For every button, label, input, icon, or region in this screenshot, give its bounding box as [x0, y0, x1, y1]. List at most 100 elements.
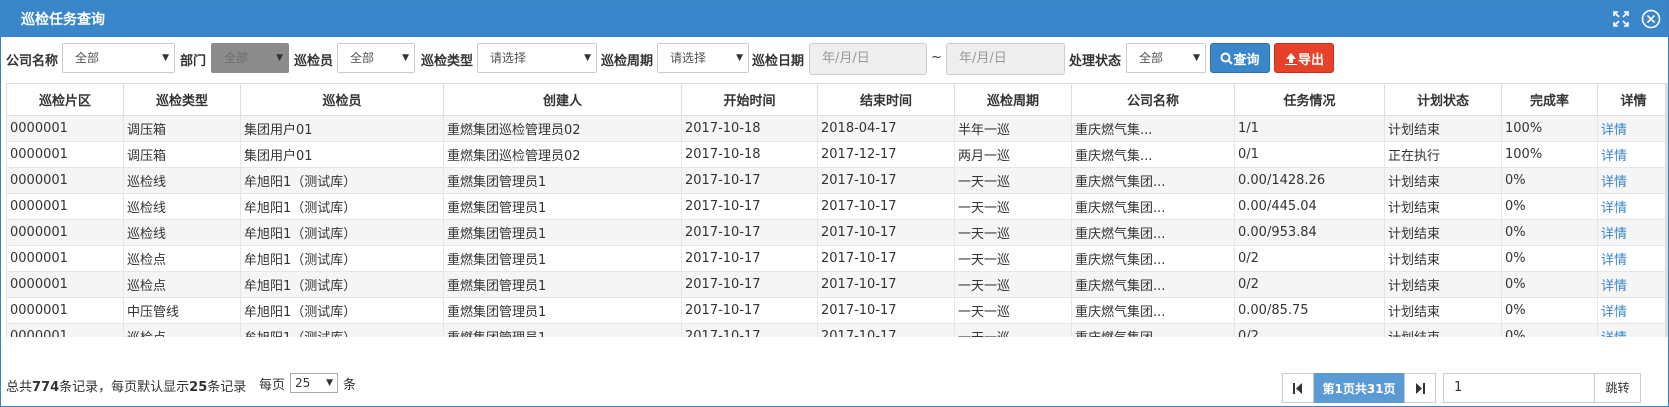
search-icon: [1220, 52, 1234, 65]
table-cell: 0000001: [6, 193, 124, 220]
last-page-button[interactable]: [1404, 373, 1436, 403]
table-cell: 计划结束: [1384, 323, 1502, 337]
table-cell: 0.00/85.75: [1234, 297, 1385, 324]
table-cell: 牟旭阳1（测试库）: [240, 219, 444, 246]
table-cell: 半年一巡: [954, 115, 1072, 142]
table-cell: 中压管线: [123, 297, 241, 324]
page-jump-input[interactable]: 1: [1443, 373, 1595, 403]
table-cell: 详情: [1597, 245, 1668, 272]
column-header: 任务情况: [1234, 83, 1385, 116]
detail-link[interactable]: 详情: [1601, 123, 1627, 138]
table-cell: 重燃集团管理员1: [443, 219, 682, 246]
table-row[interactable]: 0000001 巡检线 牟旭阳1（测试库） 重燃集团管理员1 2017-10-17 201…: [6, 193, 1668, 220]
column-header: 结束时间: [817, 83, 955, 116]
table-cell: 0%: [1501, 167, 1598, 194]
table-cell: 0.00/445.04: [1234, 193, 1385, 220]
window-title: 巡检任务查询: [21, 12, 105, 28]
detail-link[interactable]: 详情: [1601, 227, 1627, 242]
table-row[interactable]: 0000001 中压管线 牟旭阳1（测试库） 重燃集团管理员1 2017-10-17 20…: [6, 297, 1668, 324]
table-cell: 0.00/1428.26: [1234, 167, 1385, 194]
table-cell: 集团用户01: [240, 115, 444, 142]
chevron-down-icon: ▼: [276, 53, 283, 63]
column-header: 巡检员: [240, 83, 444, 116]
inspection-type-select[interactable]: 请选择 ▼: [477, 43, 597, 73]
table-cell: 重庆燃气集团...: [1071, 297, 1235, 324]
department-select: 全部 ▼: [211, 43, 289, 73]
table-cell: 0000001: [6, 141, 124, 168]
detail-link[interactable]: 详情: [1601, 201, 1627, 216]
table-cell: 2017-10-17: [681, 245, 818, 272]
table-cell: 0.00/953.84: [1234, 219, 1385, 246]
maximize-icon[interactable]: [1608, 6, 1634, 32]
detail-link[interactable]: 详情: [1601, 253, 1627, 268]
detail-link[interactable]: 详情: [1601, 331, 1627, 337]
date-start-input[interactable]: 年/月/日: [809, 43, 927, 75]
date-end-input[interactable]: 年/月/日: [946, 43, 1065, 75]
inspector-select[interactable]: 全部 ▼: [337, 43, 415, 73]
chevron-down-icon: ▼: [402, 53, 409, 63]
table-row[interactable]: 0000001巡检点牟旭阳1（测试库）重燃集团管理员12017-10-17201…: [6, 323, 1668, 337]
table-cell: 100%: [1501, 115, 1598, 142]
table-cell: 一天一巡: [954, 297, 1072, 324]
table-cell: 0000001: [6, 323, 124, 337]
table-cell: 0000001: [6, 115, 124, 142]
detail-link[interactable]: 详情: [1601, 175, 1627, 190]
page-size-select[interactable]: 25 ▼: [290, 373, 339, 393]
table-row[interactable]: 0000001 巡检线 牟旭阳1（测试库） 重燃集团管理员1 2017-10-17 201…: [6, 219, 1668, 246]
first-page-button[interactable]: [1282, 373, 1314, 403]
page-jump-button[interactable]: 跳转: [1595, 373, 1641, 403]
table-cell: 一天一巡: [954, 245, 1072, 272]
table-row[interactable]: 0000001巡检点牟旭阳1（测试库）重燃集团管理员12017-10-17201…: [6, 245, 1668, 272]
table-cell: 100%: [1501, 141, 1598, 168]
detail-link[interactable]: 详情: [1601, 305, 1627, 320]
table-cell: 计划结束: [1384, 167, 1502, 194]
detail-link[interactable]: 详情: [1601, 279, 1627, 294]
task-query-window: 巡检任务查询 公司名称 全部 ▼ 部门 全部 ▼ 巡检员 全部 ▼ 巡检类型 请选择 ▼: [0, 0, 1669, 407]
inspection-period-select[interactable]: 请选择 ▼: [657, 43, 749, 73]
table-cell: 重庆燃气集...: [1071, 115, 1235, 142]
export-button[interactable]: 导出: [1274, 43, 1334, 73]
table-cell: 重庆燃气集团...: [1071, 167, 1235, 194]
table-cell: 0000001: [6, 297, 124, 324]
table-cell: 2017-10-17: [817, 323, 955, 337]
chevron-down-icon: ▼: [162, 53, 169, 63]
table-cell: 详情: [1597, 271, 1668, 298]
company-select[interactable]: 全部 ▼: [62, 43, 175, 73]
column-header: 巡检类型: [123, 83, 241, 116]
table-cell: 详情: [1597, 141, 1668, 168]
column-header: 巡检周期: [954, 83, 1072, 116]
table-cell: 2017-10-18: [681, 141, 818, 168]
last-page-icon: [1416, 382, 1425, 394]
table-cell: 1/1: [1234, 115, 1385, 142]
vertical-scrollbar[interactable]: [1665, 83, 1668, 337]
table-row[interactable]: 0000001 调压箱 集团用户01 重燃集团巡检管理员02 2017-10-18 201…: [6, 115, 1668, 142]
table-cell: 2017-10-17: [817, 271, 955, 298]
table-cell: 重燃集团管理员1: [443, 167, 682, 194]
query-button[interactable]: 查询: [1210, 43, 1270, 73]
task-table-container[interactable]: 巡检片区 巡检类型 巡检员 创建人 开始时间 结束时间 巡检周期 公司名称 任务情况 计划状态 完成…: [6, 83, 1668, 337]
table-cell: 0%: [1501, 245, 1598, 272]
column-header: 开始时间: [681, 83, 818, 116]
close-icon[interactable]: [1638, 6, 1664, 32]
page-size-control: 每页 25 ▼ 条: [259, 373, 356, 393]
process-status-select[interactable]: 全部 ▼: [1126, 43, 1206, 73]
detail-link[interactable]: 详情: [1601, 149, 1627, 164]
table-row[interactable]: 0000001巡检点牟旭阳1（测试库）重燃集团管理员12017-10-17201…: [6, 271, 1668, 298]
table-cell: 2017-10-17: [817, 245, 955, 272]
table-cell: 详情: [1597, 193, 1668, 220]
table-row[interactable]: 0000001 调压箱 集团用户01 重燃集团巡检管理员02 2017-10-18 201…: [6, 141, 1668, 168]
first-page-icon: [1293, 382, 1302, 394]
inspection-date-label: 巡检日期: [752, 54, 805, 69]
table-cell: 详情: [1597, 219, 1668, 246]
department-label: 部门: [180, 54, 207, 69]
table-cell: 2017-10-17: [681, 323, 818, 337]
table-cell: 0000001: [6, 219, 124, 246]
table-cell: 集团用户01: [240, 141, 444, 168]
query-button-label: 查询: [1233, 52, 1260, 68]
table-row[interactable]: 0000001 巡检线 牟旭阳1（测试库） 重燃集团管理员1 2017-10-17 201…: [6, 167, 1668, 194]
table-cell: 0/1: [1234, 141, 1385, 168]
table-cell: 一天一巡: [954, 323, 1072, 337]
table-cell: 2017-12-17: [817, 141, 955, 168]
window-titlebar: 巡检任务查询: [1, 1, 1668, 37]
table-cell: 计划结束: [1384, 297, 1502, 324]
